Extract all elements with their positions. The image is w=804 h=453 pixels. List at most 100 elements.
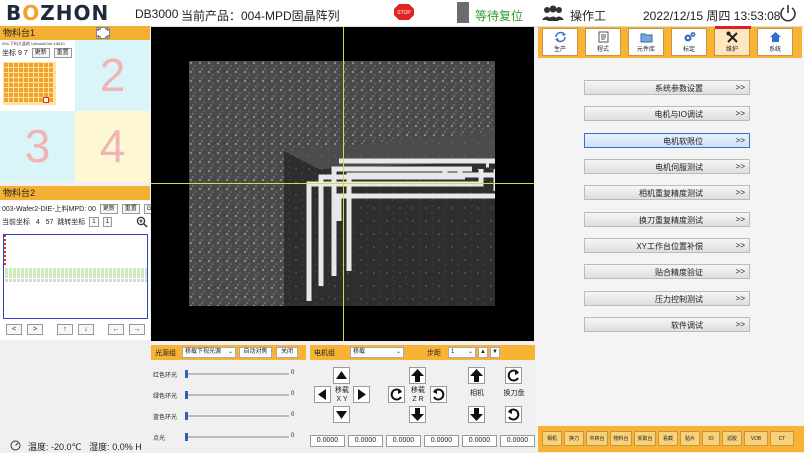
rotate-ccw-button[interactable]: [388, 386, 405, 403]
shortcut-io[interactable]: IO: [702, 431, 720, 446]
die-cell[interactable]: [39, 73, 43, 77]
menu-tool-repeat-test[interactable]: 换刀重复精度测试 >>: [584, 212, 750, 227]
die-cell[interactable]: [24, 98, 28, 102]
die-cell[interactable]: [44, 68, 48, 72]
die-cell[interactable]: [49, 93, 53, 97]
stage1-reset-button[interactable]: 重置: [53, 48, 72, 59]
die-cell[interactable]: [4, 73, 8, 77]
die-cell[interactable]: [9, 73, 13, 77]
die-cell[interactable]: [49, 83, 53, 87]
next-button[interactable]: >: [27, 324, 43, 335]
stop-button[interactable]: STOP: [393, 3, 415, 21]
jog-z-minus-button[interactable]: [409, 406, 426, 423]
power-icon[interactable]: [779, 4, 797, 22]
tab-system[interactable]: 系统: [757, 28, 793, 56]
die-cell[interactable]: [9, 98, 13, 102]
die-cell[interactable]: [9, 83, 13, 87]
die-cell[interactable]: [34, 78, 38, 82]
die-cell[interactable]: [39, 88, 43, 92]
quadrant-4[interactable]: 4: [75, 111, 150, 182]
die-cell[interactable]: [4, 88, 8, 92]
die-cell[interactable]: [49, 68, 53, 72]
die-cell[interactable]: [39, 78, 43, 82]
die-cell[interactable]: [29, 68, 33, 72]
die-cell[interactable]: [39, 63, 43, 67]
die-cell[interactable]: [24, 93, 28, 97]
left-button[interactable]: ←: [108, 324, 124, 335]
menu-system-params[interactable]: 系统参数设置 >>: [584, 80, 750, 95]
die-cell[interactable]: [4, 93, 8, 97]
die-cell[interactable]: [29, 93, 33, 97]
tab-component-library[interactable]: 元件库: [628, 28, 664, 56]
die-cell[interactable]: [39, 83, 43, 87]
shortcut-clamp[interactable]: 夹取台: [634, 431, 656, 446]
target-x-input[interactable]: 1: [89, 217, 99, 228]
die-cell[interactable]: [19, 68, 23, 72]
die-cell[interactable]: [34, 63, 38, 67]
menu-xy-compensation[interactable]: XY工作台位置补偿 >>: [584, 238, 750, 253]
wafer-map[interactable]: [3, 234, 148, 319]
operator-role[interactable]: 操作工: [570, 7, 606, 24]
die-cell[interactable]: [24, 63, 28, 67]
jog-y-minus-button[interactable]: [333, 406, 350, 423]
camera-view[interactable]: [151, 27, 534, 341]
die-cell[interactable]: [19, 78, 23, 82]
die-cell[interactable]: [14, 88, 18, 92]
jog-y-plus-button[interactable]: [333, 367, 350, 384]
menu-camera-repeat-test[interactable]: 相机重复精度测试 >>: [584, 185, 750, 200]
menu-motor-soft-limit[interactable]: 电机软限位 >>: [584, 133, 750, 148]
die-cell[interactable]: [34, 73, 38, 77]
die-cell[interactable]: [19, 83, 23, 87]
die-cell[interactable]: [49, 78, 53, 82]
stage2-reset-button[interactable]: 重置: [121, 204, 140, 215]
die-cell[interactable]: [4, 83, 8, 87]
die-cell[interactable]: [44, 73, 48, 77]
tool-disc-ccw-button[interactable]: [505, 367, 522, 384]
die-cell[interactable]: [44, 93, 48, 97]
die-cell[interactable]: [19, 98, 23, 102]
down-button[interactable]: ↓: [78, 324, 94, 335]
target-y-input[interactable]: 1: [102, 217, 112, 228]
die-cell[interactable]: [19, 93, 23, 97]
red-ring-light-slider[interactable]: 红色环光 0: [153, 369, 303, 379]
shortcut-tool-change[interactable]: 换刀: [564, 431, 584, 446]
die-cell[interactable]: [44, 83, 48, 87]
die-cell[interactable]: [34, 93, 38, 97]
shortcut-transfer[interactable]: 中转台: [586, 431, 608, 446]
right-button[interactable]: →: [129, 324, 145, 335]
prev-button[interactable]: <: [6, 324, 22, 335]
die-cell[interactable]: [14, 93, 18, 97]
menu-bond-accuracy[interactable]: 贴合精度验证 >>: [584, 264, 750, 279]
shortcut-filter[interactable]: 滤胶: [722, 431, 742, 446]
stage2-update-button[interactable]: 更新: [99, 204, 118, 215]
die-cell[interactable]: [9, 68, 13, 72]
die-cell[interactable]: [29, 83, 33, 87]
tab-calibration[interactable]: 标定: [671, 28, 707, 56]
die-cell[interactable]: [34, 83, 38, 87]
die-cell[interactable]: [34, 68, 38, 72]
die-cell[interactable]: [44, 78, 48, 82]
motor-group-select[interactable]: 移载 ⌄: [350, 347, 404, 358]
die-cell[interactable]: [19, 73, 23, 77]
die-cell[interactable]: [9, 78, 13, 82]
die-cell[interactable]: [9, 88, 13, 92]
die-cell[interactable]: [14, 68, 18, 72]
shortcut-ct[interactable]: CT: [770, 431, 794, 446]
jog-x-plus-button[interactable]: [353, 386, 370, 403]
users-icon[interactable]: [541, 4, 565, 22]
spot-light-slider[interactable]: 点光 0: [153, 432, 303, 442]
jog-z-plus-button[interactable]: [409, 367, 426, 384]
die-cell[interactable]: [39, 93, 43, 97]
die-cell[interactable]: [34, 98, 38, 102]
wafer-grid[interactable]: [3, 62, 56, 105]
die-cell[interactable]: [24, 83, 28, 87]
die-cell[interactable]: [29, 78, 33, 82]
die-cell[interactable]: [44, 88, 48, 92]
menu-pressure-test[interactable]: 压力控制测试 >>: [584, 291, 750, 306]
rotate-cw-button[interactable]: [430, 386, 447, 403]
die-cell[interactable]: [24, 88, 28, 92]
die-cell[interactable]: [24, 73, 28, 77]
die-cell[interactable]: [24, 78, 28, 82]
tab-maintenance[interactable]: 维护: [714, 26, 751, 56]
stage1-update-button[interactable]: 更新: [31, 48, 50, 59]
